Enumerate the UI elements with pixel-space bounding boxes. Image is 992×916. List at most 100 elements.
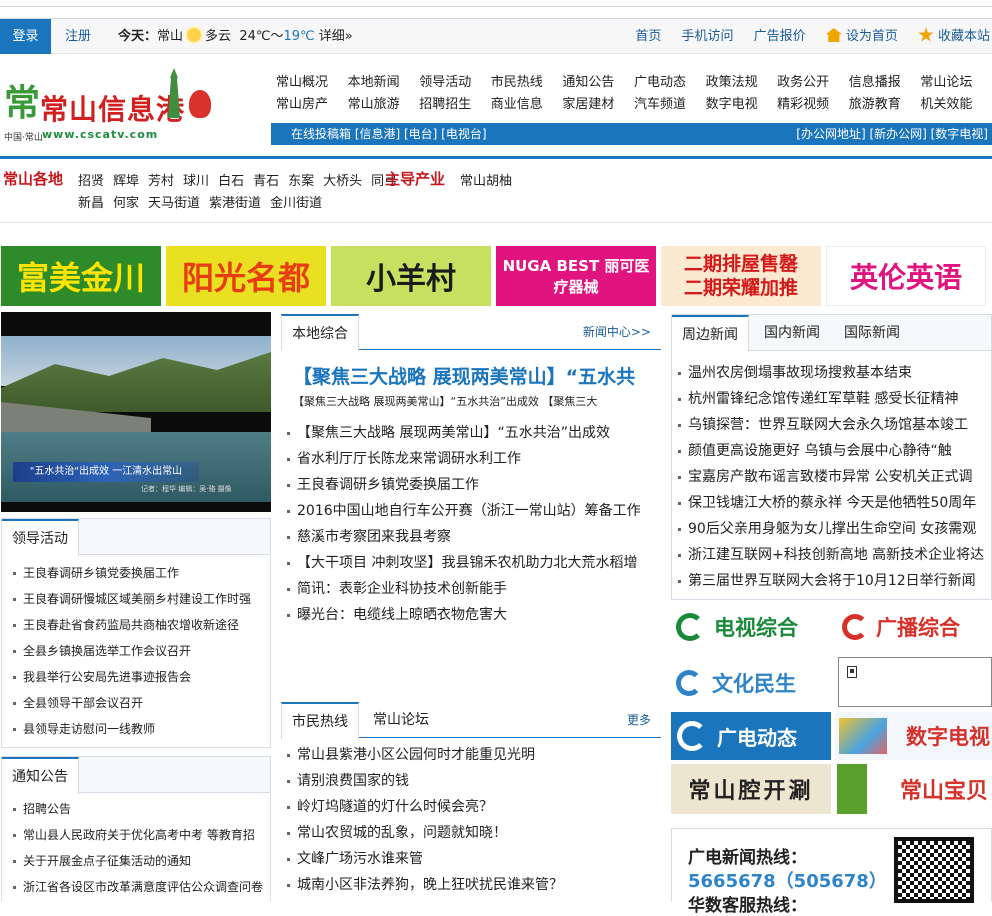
list-item[interactable]: 乌镇探营：世界互联网大会永久场馆基本竣工 <box>672 412 991 438</box>
list-item[interactable]: 保卫钱塘江大桥的蔡永祥 今天是他牺牲50周年 <box>672 490 991 516</box>
region-link[interactable]: 辉埠 <box>113 174 139 189</box>
ad-banner-xiaoyangcun[interactable]: 小羊村 <box>331 246 491 306</box>
tv-channel-tile[interactable]: 电视综合 <box>676 606 826 648</box>
nav-item[interactable]: 政策法规 <box>706 72 778 94</box>
region-link[interactable]: 东案 <box>288 174 314 189</box>
list-item[interactable]: 省水利厅厅长陈龙来常调研水利工作 <box>281 446 661 472</box>
list-item[interactable]: 王良春调研慢城区域美丽乡村建设工作时强 <box>2 586 270 612</box>
region-link[interactable]: 招贤 <box>78 174 104 189</box>
broadcast-news-tile[interactable]: 广电动态 <box>671 712 831 760</box>
site-logo[interactable]: 常 常山信息港 中国·常山 www.cscatv.com <box>4 68 214 148</box>
list-item[interactable]: 全县领导干部会议召开 <box>2 690 270 716</box>
nav-item[interactable]: 常山旅游 <box>348 94 420 116</box>
tab-international-news[interactable]: 国际新闻 <box>834 315 910 351</box>
local-ticker[interactable]: 【聚焦三大战略 展现两美常山】“五水共治”出成效 【聚焦三大 <box>293 393 661 409</box>
list-item[interactable]: 常山县紫港小区公园何时才能重见光明 <box>281 742 661 768</box>
list-item[interactable]: 第三届世界互联网大会将于10月12日举行新闻 <box>672 568 991 594</box>
list-item[interactable]: 浙江省各设区市改革满意度评估公众调查问卷 <box>2 874 270 900</box>
ad-banner-jinchuan[interactable]: 富美金川 <box>1 246 161 306</box>
tab-notice[interactable]: 通知公告 <box>2 757 79 794</box>
nav-item[interactable]: 广电动态 <box>634 72 706 94</box>
region-link[interactable]: 青石 <box>253 174 279 189</box>
nav-item[interactable]: 通知公告 <box>562 72 634 94</box>
list-item[interactable]: 文峰广场污水谁来管 <box>281 846 661 872</box>
region-link[interactable]: 大桥头 <box>323 174 362 189</box>
nav-item[interactable]: 招聘招生 <box>419 94 491 116</box>
region-link[interactable]: 紫港街道 <box>209 196 261 211</box>
list-item[interactable]: 招聘公告 <box>2 796 270 822</box>
register-link[interactable]: 注册 <box>65 19 91 54</box>
ad-banner-english[interactable]: 英伦英语 <box>826 246 986 306</box>
nav-item[interactable]: 汽车频道 <box>634 94 706 116</box>
list-item[interactable]: 2016中国山地自行车公开赛（浙江一常山站）筹备工作 <box>281 498 661 524</box>
login-button[interactable]: 登录 <box>0 19 51 54</box>
local-headline[interactable]: 【聚焦三大战略 展现两美常山】“五水共 <box>293 362 661 389</box>
list-item[interactable]: 温州农房倒塌事故现场搜救基本结束 <box>672 360 991 386</box>
nav-item[interactable]: 政务公开 <box>777 72 849 94</box>
region-link[interactable]: 天马街道 <box>148 196 200 211</box>
ad-banner-house[interactable]: 二期排屋售罄 二期荣耀加推 <box>661 246 821 306</box>
video-player[interactable]: "五水共治"出成效 一江清水出常山 记者：程华 编辑：吴·骆 摄像 <box>1 312 271 512</box>
nav-item[interactable]: 本地新闻 <box>348 72 420 94</box>
list-item[interactable]: 请别浪费国家的钱 <box>281 768 661 794</box>
nav-item[interactable]: 家居建材 <box>562 94 634 116</box>
set-homepage-link[interactable]: 设为首页 <box>825 28 898 44</box>
list-item[interactable]: 王良春调研乡镇党委换届工作 <box>2 560 270 586</box>
mobile-link[interactable]: 手机访问 <box>682 29 734 44</box>
list-item[interactable]: 颜值更高设施更好 乌镇与会展中心静待“触 <box>672 438 991 464</box>
list-item[interactable]: 曝光台：电缆线上晾晒衣物危害大 <box>281 602 661 628</box>
home-link[interactable]: 首页 <box>635 29 661 44</box>
region-link[interactable]: 白石 <box>218 174 244 189</box>
flash-player-placeholder[interactable] <box>838 657 992 707</box>
culture-channel-tile[interactable]: 文化民生 <box>676 662 826 704</box>
radio-channel-tile[interactable]: 广播综合 <box>842 606 992 648</box>
list-item[interactable]: 我县举行公安局先进事迹报告会 <box>2 664 270 690</box>
list-item[interactable]: 常山农贸城的乱象，问题就知晓！ <box>281 820 661 846</box>
show-tile[interactable]: 常山腔开涮 <box>671 764 831 814</box>
tab-leader-activity[interactable]: 领导活动 <box>2 519 79 556</box>
list-item[interactable]: 城南小区非法养狗，晚上狂吠扰民谁来管？ <box>281 872 661 898</box>
nav-item[interactable]: 精彩视频 <box>777 94 849 116</box>
news-center-link[interactable]: 新闻中心>> <box>583 314 651 350</box>
list-item[interactable]: 岭灯坞隧道的灯什么时候会亮？ <box>281 794 661 820</box>
list-item[interactable]: 慈溪市考察团来我县考察 <box>281 524 661 550</box>
digital-tv-tile[interactable]: 数字电视 <box>835 712 992 760</box>
tab-domestic-news[interactable]: 国内新闻 <box>754 315 830 351</box>
tab-local-news[interactable]: 本地综合 <box>281 314 359 351</box>
office-links[interactable]: [办公网地址] [新办公网] [数字电视] <box>796 123 988 145</box>
list-item[interactable]: 全县乡镇换届选举工作会议召开 <box>2 638 270 664</box>
list-item[interactable]: 常山县人民政府关于优化高考中考 等教育招 <box>2 822 270 848</box>
ad-banner-mingdu[interactable]: 阳光名都 <box>166 246 326 306</box>
list-item[interactable]: 浙江建互联网+科技创新高地 高新技术企业将达 <box>672 542 991 568</box>
nav-item[interactable]: 数字电视 <box>706 94 778 116</box>
treasure-tile[interactable]: 常山宝贝 <box>835 764 992 814</box>
nav-item[interactable]: 市民热线 <box>491 72 563 94</box>
list-item[interactable]: 宝嘉房产散布谣言致楼市异常 公安机关正式调 <box>672 464 991 490</box>
tab-citizen-hotline[interactable]: 市民热线 <box>281 702 359 739</box>
list-item[interactable]: 王良春赴省食药监局共商柚农增收新途径 <box>2 612 270 638</box>
weather-detail-link[interactable]: 详细» <box>319 29 353 44</box>
tab-surrounding-news[interactable]: 周边新闻 <box>672 315 749 352</box>
list-item[interactable]: 县领导走访慰问一线教师 <box>2 716 270 742</box>
nav-item[interactable]: 常山论坛 <box>920 72 992 94</box>
nav-item[interactable]: 信息播报 <box>849 72 921 94</box>
nav-item[interactable]: 机关效能 <box>920 94 992 116</box>
list-item[interactable]: 【大干项目 冲刺攻坚】我县锦禾农机助力北大荒水稻增 <box>281 550 661 576</box>
qr-code-icon[interactable] <box>894 837 974 903</box>
nav-item[interactable]: 领导活动 <box>419 72 491 94</box>
list-item[interactable]: 杭州雷锋纪念馆传递红军草鞋 感受长征精神 <box>672 386 991 412</box>
more-link[interactable]: 更多 <box>627 702 651 738</box>
bookmark-link[interactable]: 收藏本站 <box>918 27 990 44</box>
list-item[interactable]: 90后父亲用身躯为女儿撑出生命空间 女孩需观 <box>672 516 991 542</box>
tab-changshan-forum[interactable]: 常山论坛 <box>363 702 439 738</box>
ad-banner-nuga[interactable]: NUGA BEST 丽可医疗器械 <box>496 246 656 306</box>
list-item[interactable]: 简讯：表彰企业科协技术创新能手 <box>281 576 661 602</box>
region-link[interactable]: 球川 <box>183 174 209 189</box>
region-link[interactable]: 芳村 <box>148 174 174 189</box>
region-link[interactable]: 新昌 <box>78 196 104 211</box>
nav-item[interactable]: 旅游教育 <box>849 94 921 116</box>
nav-item[interactable]: 商业信息 <box>491 94 563 116</box>
list-item[interactable]: 关于开展金点子征集活动的通知 <box>2 848 270 874</box>
list-item[interactable]: 【聚焦三大战略 展现两美常山】“五水共治”出成效 <box>281 420 661 446</box>
nav-item[interactable]: 常山概况 <box>276 72 348 94</box>
